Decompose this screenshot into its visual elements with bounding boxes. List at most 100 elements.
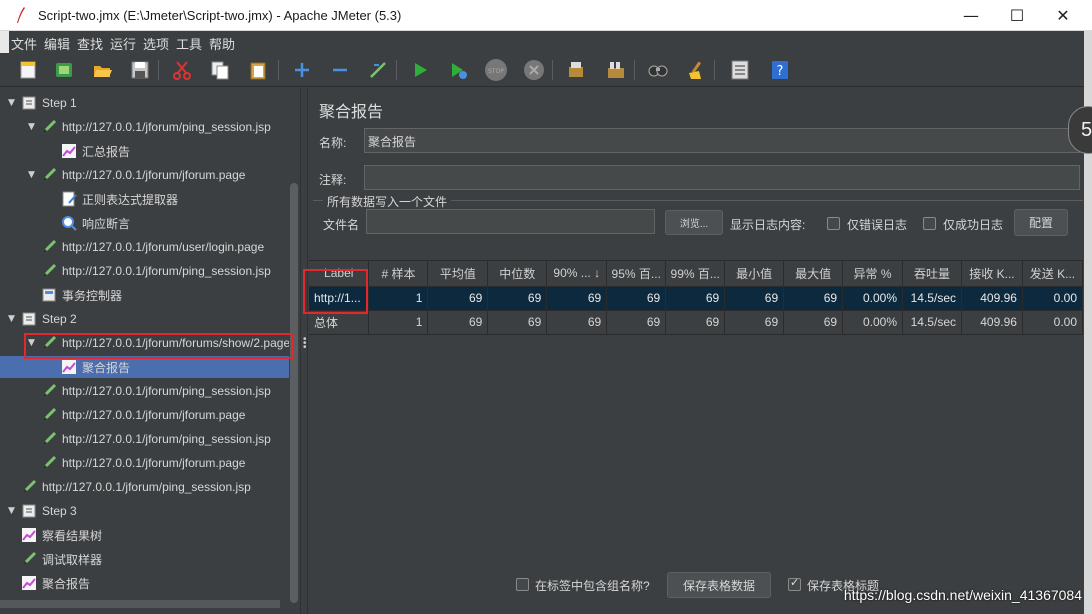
column-header[interactable]: 吞吐量 [902,261,962,287]
table-cell[interactable]: 409.96 [961,310,1023,335]
results-grid[interactable]: Label # 样本 平均值 中位数 90% ... ↓ 95% 百... 99% 百...… [309,261,1084,335]
reset-search-icon[interactable] [684,58,708,82]
expand-arrow-icon[interactable]: ▼ [28,170,40,180]
success-only-checkbox[interactable] [923,217,936,230]
column-header[interactable]: 接收 K... [961,261,1023,287]
start-no-pause-icon[interactable] [446,58,470,82]
function-helper-icon[interactable] [728,58,752,82]
menu-file[interactable]: 文件 [11,34,37,53]
search-icon[interactable] [646,58,670,82]
column-header[interactable]: 90% ... ↓ [546,261,608,287]
table-cell[interactable]: 69 [546,310,608,335]
table-row[interactable]: http://1... 1 69 69 69 69 69 69 69 0.00% 14.5/sec 4… [309,286,1084,311]
results-table[interactable]: Label # 样本 平均值 中位数 90% ... ↓ 95% 百... 99% 百...… [309,260,1084,570]
tree-node[interactable]: http://127.0.0.1/jforum/ping_session.jsp [28,428,271,450]
templates-icon[interactable] [52,58,76,82]
open-icon[interactable] [90,58,114,82]
tree-node[interactable]: ▼ Step 1 [8,92,77,114]
tree-horizontal-scrollbar[interactable] [0,600,280,608]
table-cell[interactable]: 69 [724,286,785,311]
tree-node[interactable]: http://127.0.0.1/jforum/ping_session.jsp [28,260,271,282]
table-cell[interactable]: 1 [368,310,429,335]
column-header[interactable]: 异常 % [842,261,904,287]
table-cell[interactable]: 14.5/sec [902,310,962,335]
menu-run[interactable]: 运行 [110,34,136,53]
table-cell[interactable]: 0.00 [1022,286,1084,311]
tree-node[interactable]: 聚合报告 [8,572,90,594]
new-icon[interactable] [16,58,40,82]
tree-node[interactable]: ▼ Step 3 [8,500,77,522]
menu-tools[interactable]: 工具 [176,34,202,53]
clear-icon[interactable] [564,58,588,82]
filename-field[interactable] [366,209,655,234]
expand-arrow-icon[interactable]: ▼ [8,314,20,324]
tree-node[interactable]: 事务控制器 [28,284,122,306]
help-icon[interactable]: ? [768,58,792,82]
column-header[interactable]: 99% 百... [665,261,726,287]
stop-icon[interactable]: STOP [484,58,508,82]
save-icon[interactable] [128,58,152,82]
table-cell[interactable]: 69 [783,310,844,335]
table-cell[interactable]: 69 [606,310,667,335]
tree-node[interactable]: ▼ Step 2 [8,308,77,330]
table-cell[interactable]: 409.96 [961,286,1023,311]
maximize-button[interactable]: ☐ [994,0,1040,31]
table-cell[interactable]: 69 [606,286,667,311]
minimize-button[interactable]: — [948,0,994,31]
table-cell[interactable]: 69 [724,310,785,335]
table-cell[interactable]: 0.00% [842,310,904,335]
pane-splitter[interactable]: • • • [300,88,308,614]
tree-scrollbar-thumb[interactable] [290,183,298,603]
table-cell[interactable]: 69 [546,286,608,311]
menu-options[interactable]: 选项 [143,34,169,53]
errors-only-checkbox[interactable] [827,217,840,230]
column-header[interactable]: # 样本 [368,261,429,287]
column-header[interactable]: 最小值 [724,261,785,287]
tree-node[interactable]: 聚合报告 [0,356,289,378]
column-header[interactable]: 最大值 [783,261,844,287]
name-field[interactable]: 聚合报告 [364,128,1080,153]
browse-button[interactable]: 浏览... [665,210,723,235]
expand-arrow-icon[interactable]: ▼ [28,122,40,132]
collapse-icon[interactable] [328,58,352,82]
table-cell[interactable]: 69 [427,310,489,335]
paste-icon[interactable] [246,58,270,82]
column-header[interactable]: 中位数 [487,261,548,287]
menu-edit[interactable]: 编辑 [44,34,70,53]
expand-icon[interactable] [290,58,314,82]
comment-field[interactable] [364,165,1080,190]
tree-node[interactable]: ▼ http://127.0.0.1/jforum/jforum.page [28,164,245,186]
expand-arrow-icon[interactable]: ▼ [8,98,20,108]
column-header[interactable]: 95% 百... [606,261,667,287]
table-cell[interactable]: 14.5/sec [902,286,962,311]
table-cell[interactable]: 69 [665,310,726,335]
tree-node[interactable]: 汇总报告 [48,140,130,162]
save-table-data-button[interactable]: 保存表格数据 [667,572,771,598]
start-icon[interactable] [408,58,432,82]
menu-search[interactable]: 查找 [77,34,103,53]
toggle-icon[interactable] [366,58,390,82]
tree-node[interactable]: http://127.0.0.1/jforum/jforum.page [28,452,245,474]
menu-help[interactable]: 帮助 [209,34,235,53]
close-button[interactable]: ✕ [1040,0,1086,31]
table-cell[interactable]: 0.00 [1022,310,1084,335]
cut-icon[interactable] [170,58,194,82]
clear-all-icon[interactable] [604,58,628,82]
tree-node[interactable]: http://127.0.0.1/jforum/user/login.page [28,236,264,258]
save-table-header-checkbox[interactable] [788,576,801,591]
table-row[interactable]: 总体 1 69 69 69 69 69 69 69 0.00% 14.5/sec 409.96 0.00 [309,310,1084,335]
table-cell[interactable]: 1 [368,286,429,311]
column-header[interactable]: 发送 K... [1022,261,1084,287]
table-cell[interactable]: 69 [665,286,726,311]
expand-arrow-icon[interactable]: ▼ [8,506,20,516]
table-cell[interactable]: 69 [783,286,844,311]
tree-node[interactable]: 察看结果树 [8,524,102,546]
table-cell[interactable]: 69 [487,286,548,311]
tree-node[interactable]: http://127.0.0.1/jforum/ping_session.jsp [8,476,251,498]
copy-icon[interactable] [208,58,232,82]
tree-node[interactable]: ▼ http://127.0.0.1/jforum/ping_session.js… [28,116,271,138]
config-button[interactable]: 配置 [1014,209,1068,236]
tree-node[interactable]: 调试取样器 [8,548,102,570]
table-cell[interactable]: 0.00% [842,286,904,311]
column-header[interactable]: 平均值 [427,261,489,287]
